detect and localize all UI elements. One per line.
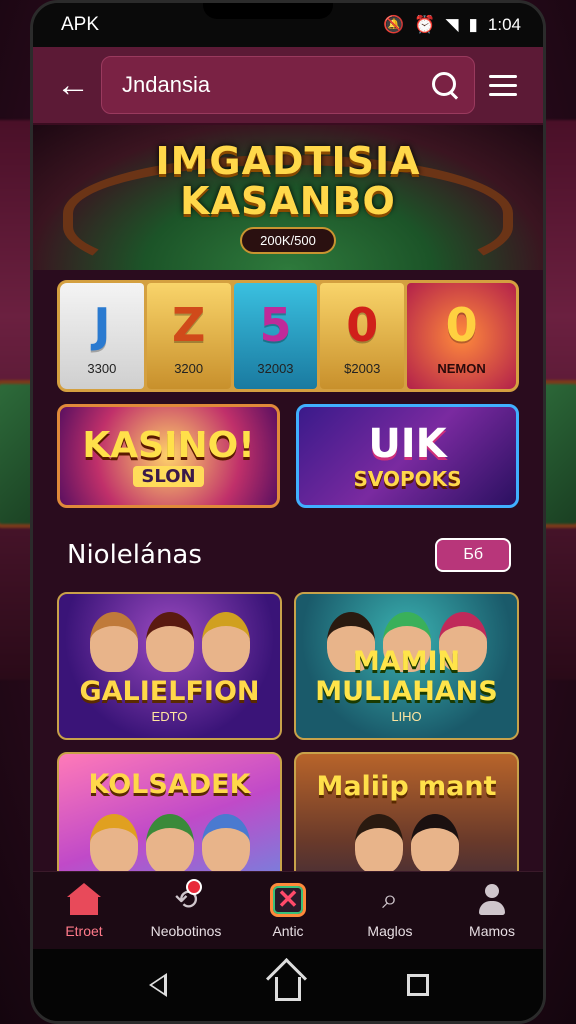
recents-square-icon <box>407 974 429 996</box>
reel-symbol: 0 <box>346 297 379 352</box>
promo-subtitle: SVOPOKS <box>353 467 462 491</box>
search-input[interactable] <box>122 72 430 98</box>
game-card[interactable]: MAMIN MULIAHANS LIHO <box>294 592 519 740</box>
game-characters <box>59 612 280 672</box>
system-navigation-bar <box>33 949 543 1021</box>
reel-symbol: 0 <box>445 297 478 352</box>
arrow-left-icon: ← <box>56 65 90 104</box>
game-title: MAMIN MULIAHANS <box>315 646 498 707</box>
reel-1: J 3300 <box>60 283 144 389</box>
game-title: KOLSADEK <box>88 769 251 800</box>
back-triangle-icon <box>149 973 167 997</box>
system-recents-button[interactable] <box>398 965 438 1005</box>
section-header: Niolelánas Бб <box>57 538 519 572</box>
hero-title-line2: KASANBO <box>180 179 396 223</box>
nav-item-home[interactable]: Etroet <box>36 882 132 939</box>
bottom-navigation: Etroet ⟲ Neobotinos ✕ Antic ⌕ Maglos Mam… <box>33 871 543 949</box>
promo-uik-card[interactable]: UIK SVOPOKS <box>296 404 519 508</box>
wifi-icon: ◥ <box>445 15 459 34</box>
nav-item-profile[interactable]: Mamos <box>444 883 540 939</box>
reel-4: 0 $2003 <box>320 283 405 389</box>
reel-3: 5 32003 <box>233 283 318 389</box>
search-magnifier-icon: ⌕ <box>382 883 398 914</box>
section-more-button[interactable]: Бб <box>435 538 511 572</box>
nav-item-antic[interactable]: ✕ Antic <box>240 882 336 939</box>
hero-title-line1: IMGADTISIA <box>155 139 421 183</box>
top-app-bar: ← <box>33 47 543 125</box>
slot-reels-banner[interactable]: J 3300 Z 3200 5 32003 0 $2003 0 NEMON <box>57 280 519 392</box>
reel-amount: $2003 <box>344 360 381 376</box>
game-card[interactable]: GALIELFION EDTO <box>57 592 282 740</box>
alarm-icon: ⏰ <box>414 15 436 34</box>
nav-label: Etroet <box>65 922 103 939</box>
game-characters <box>296 814 517 874</box>
mute-icon: 🔕 <box>383 15 405 34</box>
game-title: Maliip mant <box>316 771 497 802</box>
back-button[interactable]: ← <box>45 57 101 113</box>
status-time: 1:04 <box>487 15 521 34</box>
games-x-icon: ✕ <box>270 882 306 917</box>
hero-title: IMGADTISIA KASANBO <box>155 141 420 221</box>
phone-frame: APK 🔕 ⏰ ◥ ▮ 1:04 ← IMGADTISIA KASANB <box>30 0 546 1024</box>
promo-subtitle: SLON <box>133 466 204 487</box>
phone-notch <box>203 3 333 19</box>
nav-label: Neobotinos <box>150 922 222 939</box>
promo-kasino-card[interactable]: KASINO! SLON <box>57 404 280 508</box>
game-subtitle: EDTO <box>151 709 188 724</box>
reel-amount: 3300 <box>87 360 117 376</box>
reel-amount: 32003 <box>257 360 294 376</box>
hamburger-menu-icon[interactable] <box>475 57 531 113</box>
signal-icon: ▮ <box>468 15 478 34</box>
app-screen: ← IMGADTISIA KASANBO 200K/500 J 3300 <box>33 47 543 949</box>
game-title: GALIELFION <box>79 676 260 707</box>
search-icon[interactable] <box>430 70 460 100</box>
nav-item-search[interactable]: ⌕ Maglos <box>342 883 438 939</box>
promo-title: KASINO! <box>82 425 255 466</box>
nav-label: Mamos <box>469 922 515 939</box>
home-icon <box>67 882 101 915</box>
promo-title: UIK <box>368 421 447 467</box>
games-grid: GALIELFION EDTO MAMIN MULIAHANS LIHO KOL… <box>57 592 519 900</box>
reel-amount: 3200 <box>174 360 204 376</box>
reel-amount: NEMON <box>437 360 486 376</box>
reel-5: 0 NEMON <box>407 283 516 389</box>
reel-2: Z 3200 <box>146 283 231 389</box>
status-carrier: APK <box>61 14 100 35</box>
game-subtitle: LIHO <box>391 709 422 724</box>
reel-symbol: 5 <box>259 297 292 352</box>
status-icons: 🔕 ⏰ ◥ ▮ 1:04 <box>383 15 521 35</box>
nav-label: Antic <box>272 922 304 939</box>
hero-banner[interactable]: IMGADTISIA KASANBO 200K/500 <box>33 125 543 285</box>
user-icon <box>475 883 509 916</box>
game-characters <box>59 814 280 874</box>
main-content: J 3300 Z 3200 5 32003 0 $2003 0 NEMON KA… <box>33 270 543 900</box>
reel-symbol: Z <box>171 297 206 352</box>
reel-symbol: J <box>93 297 111 352</box>
system-back-button[interactable] <box>138 965 178 1005</box>
nav-label: Maglos <box>367 922 413 939</box>
gift-icon: ⟲ <box>174 879 203 915</box>
section-title: Niolelánas <box>67 540 202 570</box>
nav-item-promotions[interactable]: ⟲ Neobotinos <box>138 879 234 939</box>
promo-row: KASINO! SLON UIK SVOPOKS <box>57 404 519 508</box>
home-outline-icon <box>275 977 301 1001</box>
search-bar[interactable] <box>101 56 475 114</box>
hero-badge: 200K/500 <box>240 227 336 254</box>
system-home-button[interactable] <box>268 965 308 1005</box>
